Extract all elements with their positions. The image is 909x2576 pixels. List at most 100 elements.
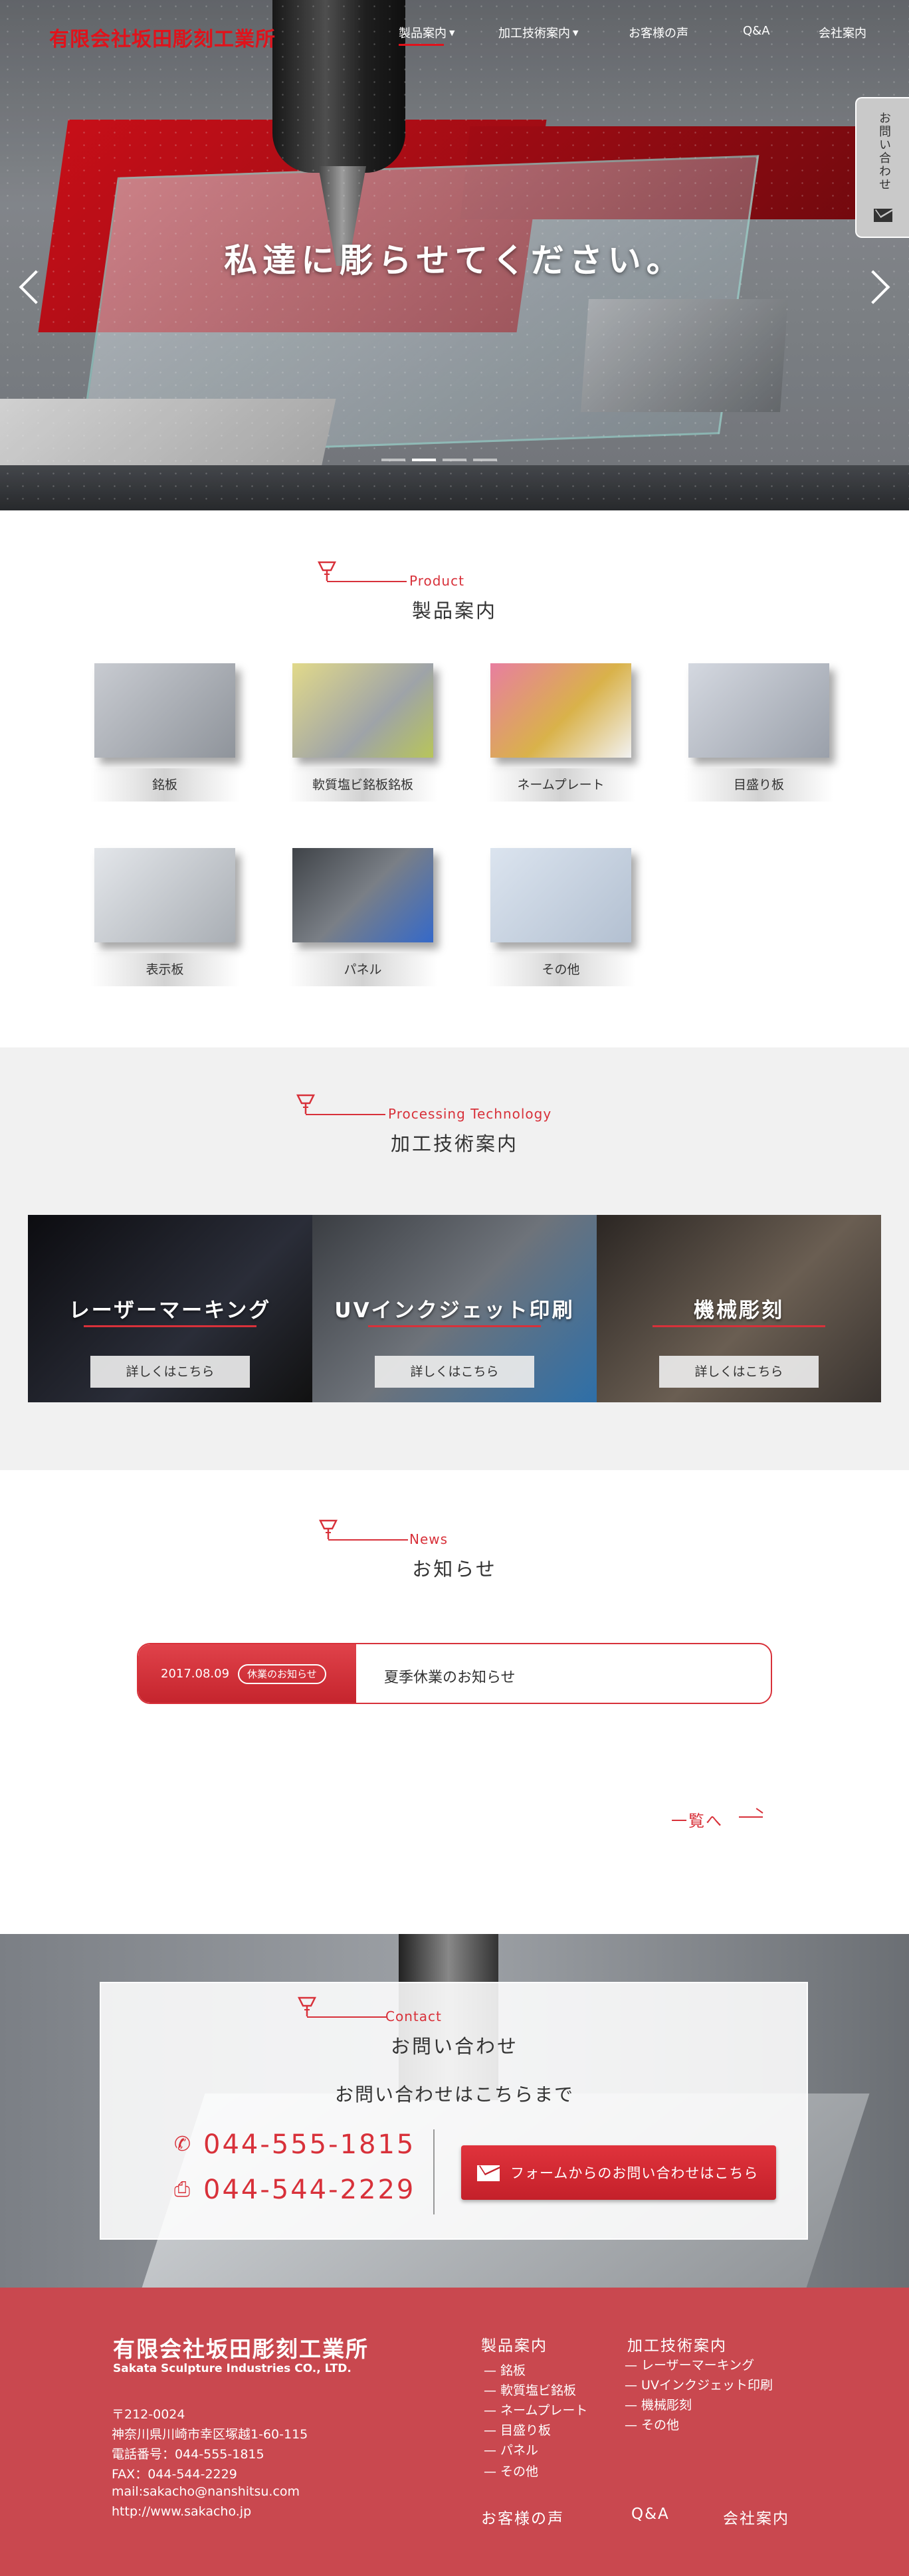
product-card[interactable]: その他 xyxy=(486,848,639,1008)
contact-tel[interactable]: ✆ 044-555-1815 xyxy=(174,2129,415,2160)
footer-link[interactable]: 機械彫刻 xyxy=(625,2395,692,2413)
mail-icon xyxy=(477,2165,500,2181)
footer-address: 神奈川県川崎市幸区塚越1-60-115 xyxy=(112,2427,308,2442)
site-header: 有限会社坂田彫刻工業所 製品案内 ▼ 加工技術案内 ▼ お客様の声 Q&A 会社案内 xyxy=(0,0,909,66)
mail-icon xyxy=(874,209,892,222)
hero-slider: 私達に彫らせてください。 xyxy=(0,0,909,510)
news-more-link[interactable]: 一覧へ xyxy=(671,1808,723,1831)
product-card[interactable]: 軟質塩ビ銘板銘板 xyxy=(288,663,441,823)
product-image xyxy=(292,663,433,758)
product-image xyxy=(688,663,829,758)
contact-lead: お問い合わせはこちらまで xyxy=(334,2084,574,2105)
news-category-badge: 休業のお知らせ xyxy=(238,1664,326,1684)
process-title: 機械彫刻 xyxy=(694,1299,784,1323)
phone-icon: ✆ xyxy=(174,2133,193,2156)
nav-item-qa[interactable]: Q&A xyxy=(743,24,770,38)
nav-item-company[interactable]: 会社案内 xyxy=(819,24,866,41)
process-card-laser[interactable]: レーザーマーキング 詳しくはこちら xyxy=(28,1215,312,1402)
footer-col-products-title[interactable]: 製品案内 xyxy=(481,2333,548,2355)
footer-link[interactable]: ネームプレート xyxy=(484,2401,587,2418)
footer-company-name: 有限会社坂田彫刻工業所 xyxy=(113,2336,369,2362)
product-image xyxy=(94,663,235,758)
product-card[interactable]: 目盛り板 xyxy=(684,663,837,823)
nav-active-underline xyxy=(399,44,444,46)
products-heading-en: Product xyxy=(409,573,464,589)
hero-catchphrase: 私達に彫らせてください。 xyxy=(224,241,685,280)
arrow-right-icon[interactable] xyxy=(739,1816,763,1818)
product-label: 軟質塩ビ銘板銘板 xyxy=(288,768,437,802)
floating-contact-tab[interactable]: お問い合わせ xyxy=(855,97,909,238)
nav-item-voice[interactable]: お客様の声 xyxy=(629,24,688,41)
news-heading-ja: お知らせ xyxy=(412,1558,497,1580)
news-title: 夏季休業のお知らせ xyxy=(384,1669,516,1686)
caret-down-icon: ▼ xyxy=(573,29,579,37)
process-card-uv[interactable]: UVインクジェット印刷 詳しくはこちら xyxy=(312,1215,597,1402)
slider-dot[interactable] xyxy=(443,459,466,461)
news-date: 2017.08.09 xyxy=(161,1667,230,1681)
footer-fax: FAX：044-544-2229 xyxy=(112,2467,237,2482)
caret-down-icon: ▼ xyxy=(449,29,455,37)
product-label: パネル xyxy=(288,953,437,986)
slider-dot[interactable] xyxy=(473,459,497,461)
process-card-machine[interactable]: 機械彫刻 詳しくはこちら xyxy=(597,1215,881,1402)
product-image xyxy=(292,848,433,942)
news-section: News お知らせ 2017.08.09 休業のお知らせ 夏季休業のお知らせ 一… xyxy=(0,1470,909,1934)
news-heading: News お知らせ xyxy=(0,1519,909,1580)
footer-postal: 〒212-0024 xyxy=(112,2407,185,2422)
news-heading-en: News xyxy=(409,1531,449,1547)
process-detail-button[interactable]: 詳しくはこちら xyxy=(90,1356,250,1388)
fax-icon: ⎙ xyxy=(174,2178,192,2201)
footer-link-company[interactable]: 会社案内 xyxy=(723,2506,789,2528)
nav-item-processing[interactable]: 加工技術案内 ▼ xyxy=(498,24,578,41)
product-image xyxy=(94,848,235,942)
footer-link[interactable]: 軟質塩ビ銘板 xyxy=(484,2381,576,2399)
product-card[interactable]: 表示板 xyxy=(90,848,243,1008)
contact-heading-ja: お問い合わせ xyxy=(390,2035,518,2058)
footer-link[interactable]: その他 xyxy=(484,2462,538,2480)
contact-fax: ⎙ 044-544-2229 xyxy=(174,2175,416,2205)
processing-heading-ja: 加工技術案内 xyxy=(390,1132,518,1155)
product-label: その他 xyxy=(486,953,635,986)
process-detail-button[interactable]: 詳しくはこちら xyxy=(659,1356,819,1388)
contact-section: Contact お問い合わせ お問い合わせはこちらまで ✆ 044-555-181… xyxy=(0,1934,909,2288)
footer-tel: 電話番号：044-555-1815 xyxy=(112,2447,264,2462)
engraver-icon xyxy=(296,1094,315,1114)
footer-link-voice[interactable]: お客様の声 xyxy=(481,2506,564,2528)
product-image xyxy=(490,848,631,942)
nav-item-products[interactable]: 製品案内 ▼ xyxy=(399,24,455,46)
site-footer: 有限会社坂田彫刻工業所 Sakata Sculpture Industries … xyxy=(0,2288,909,2576)
processing-heading: Processing Technology 加工技術案内 xyxy=(0,1094,909,1155)
product-image xyxy=(490,663,631,758)
products-heading: Product 製品案内 xyxy=(0,561,909,622)
footer-url[interactable]: http://www.sakacho.jp xyxy=(112,2504,251,2519)
slider-pagination xyxy=(381,459,504,461)
processing-section: Processing Technology 加工技術案内 レーザーマーキング 詳… xyxy=(0,1047,909,1470)
footer-link[interactable]: 目盛り板 xyxy=(484,2420,551,2438)
footer-link[interactable]: パネル xyxy=(484,2440,538,2458)
footer-link[interactable]: UVインクジェット印刷 xyxy=(625,2375,773,2393)
processing-heading-en: Processing Technology xyxy=(388,1106,552,1122)
floating-contact-label: お問い合わせ xyxy=(877,112,891,191)
footer-mail[interactable]: mail:sakacho@nanshitsu.com xyxy=(112,2484,300,2499)
products-section: Product 製品案内 銘板 軟質塩ビ銘板銘板 ネームプレート 目盛り板 表示… xyxy=(0,510,909,1047)
slider-dot[interactable] xyxy=(381,459,405,461)
product-label: 目盛り板 xyxy=(684,768,833,802)
engraver-icon xyxy=(298,1996,316,2016)
footer-col-processing-title[interactable]: 加工技術案内 xyxy=(627,2333,727,2355)
contact-form-button[interactable]: フォームからのお問い合わせはこちら xyxy=(461,2145,776,2200)
footer-link-qa[interactable]: Q&A xyxy=(631,2506,670,2523)
product-card[interactable]: パネル xyxy=(288,848,441,1008)
engraver-icon xyxy=(318,561,336,581)
product-card[interactable]: 銘板 xyxy=(90,663,243,823)
footer-link[interactable]: その他 xyxy=(625,2415,679,2433)
contact-heading: Contact お問い合わせ xyxy=(0,1996,909,2058)
products-heading-ja: 製品案内 xyxy=(411,599,497,622)
slider-dot-active[interactable] xyxy=(412,459,436,461)
process-detail-button[interactable]: 詳しくはこちら xyxy=(375,1356,534,1388)
footer-link[interactable]: 銘板 xyxy=(484,2361,526,2379)
site-logo[interactable]: 有限会社坂田彫刻工業所 xyxy=(49,23,276,52)
footer-link[interactable]: レーザーマーキング xyxy=(625,2355,754,2373)
footer-company-en: Sakata Sculpture Industries CO., LTD. xyxy=(113,2362,352,2375)
news-item[interactable]: 2017.08.09 休業のお知らせ 夏季休業のお知らせ xyxy=(137,1643,772,1704)
product-card[interactable]: ネームプレート xyxy=(486,663,639,823)
